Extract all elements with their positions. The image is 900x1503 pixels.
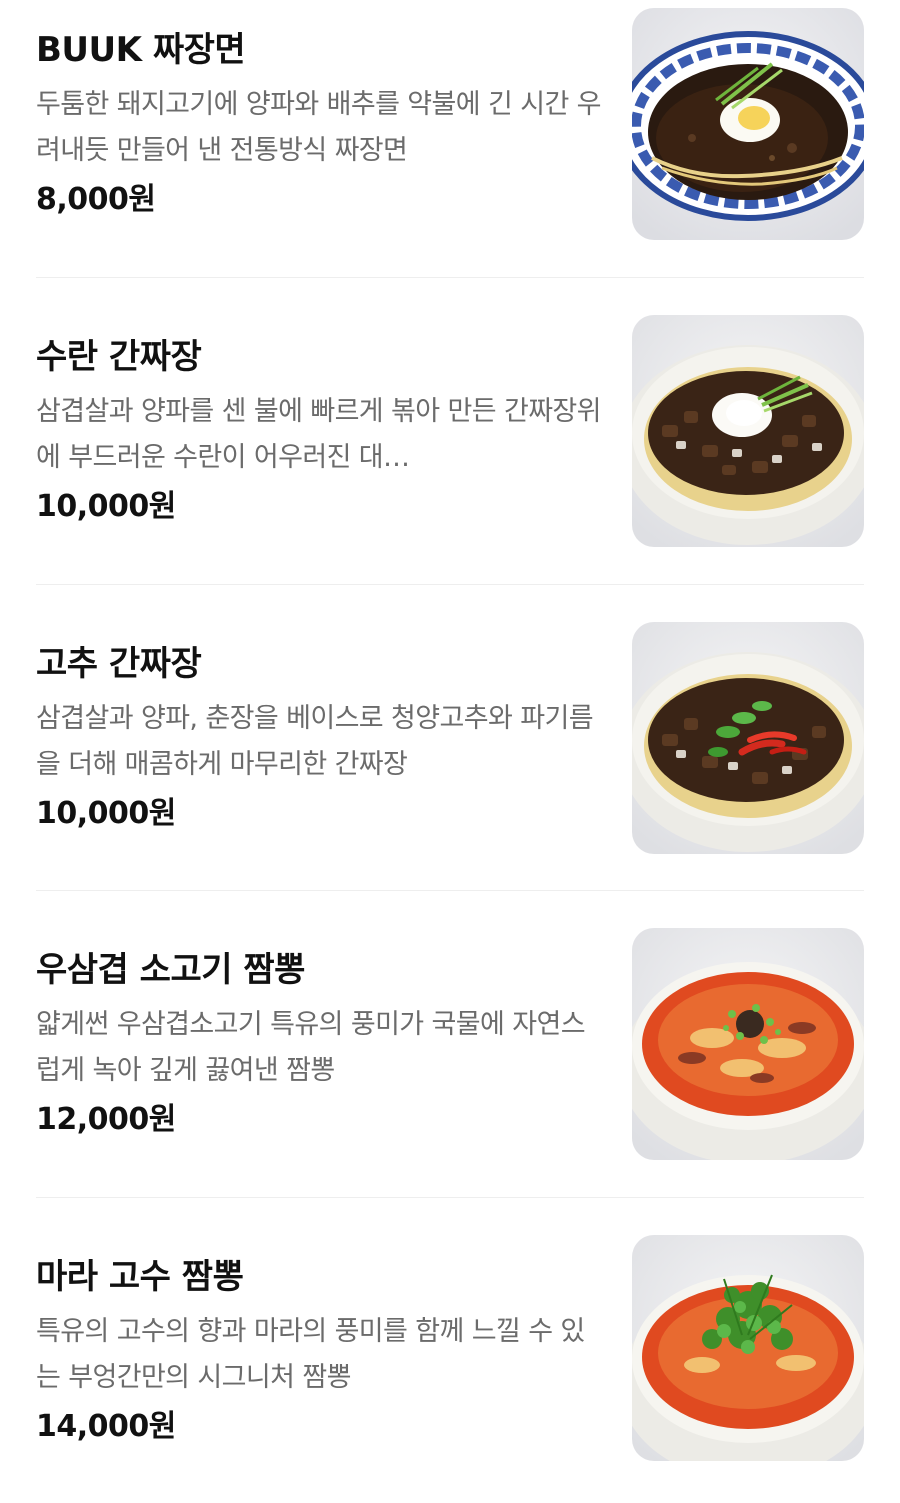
menu-item-name: 우삼겹 소고기 짬뽕 (36, 950, 305, 990)
jjajangmyeon-image (632, 8, 864, 240)
menu-item-price: 8,000원 (36, 182, 156, 217)
menu-item-beef-jjamppong[interactable]: 우삼겹 소고기 짬뽕 얇게썬 우삼겹소고기 특유의 풍미가 국물에 자연스럽게 … (36, 920, 864, 1196)
divider (36, 1197, 864, 1198)
menu-item-description: 특유의 고수의 향과 마라의 풍미를 함께 느낄 수 있는 부엉간만의 시그니처… (36, 1316, 585, 1393)
mala-coriander-jjamppong-photo[interactable] (632, 1235, 864, 1461)
beef-jjamppong-image (632, 928, 864, 1160)
menu-item-info: BUUK 짜장면 두툼한 돼지고기에 양파와 배추를 약불에 긴 시간 우려내듯… (36, 0, 606, 220)
menu-item-info: 마라 고수 짬뽕 특유의 고수의 향과 마라의 풍미를 함께 느낄 수 있는 부… (36, 1227, 606, 1447)
menu-item-price: 10,000원 (36, 489, 176, 524)
menu-item-info: 고추 간짜장 삼겹살과 양파, 춘장을 베이스로 청양고추와 파기름을 더해 매… (36, 614, 606, 834)
menu-item-description: 두툼한 돼지고기에 양파와 배추를 약불에 긴 시간 우려내듯 만들어 낸 전통… (36, 89, 602, 166)
divider (36, 890, 864, 891)
menu-item-info: 우삼겹 소고기 짬뽕 얇게썬 우삼겹소고기 특유의 풍미가 국물에 자연스럽게 … (36, 920, 606, 1140)
ganjjajang-poached-egg-photo[interactable] (632, 315, 864, 547)
menu-item-buuk-jjajangmyeon[interactable]: BUUK 짜장면 두툼한 돼지고기에 양파와 배추를 약불에 긴 시간 우려내듯… (36, 0, 864, 276)
menu-item-price: 14,000원 (36, 1409, 176, 1444)
menu-item-description: 얇게썬 우삼겹소고기 특유의 풍미가 국물에 자연스럽게 녹아 깊게 끓여낸 짬… (36, 1009, 586, 1086)
ganjjajang-chili-photo[interactable] (632, 622, 864, 854)
menu-item-name: 마라 고수 짬뽕 (36, 1257, 244, 1297)
menu-item-mala-coriander-jjamppong[interactable]: 마라 고수 짬뽕 특유의 고수의 향과 마라의 풍미를 함께 느낄 수 있는 부… (36, 1227, 864, 1503)
menu-item-gochu-ganjjajang[interactable]: 고추 간짜장 삼겹살과 양파, 춘장을 베이스로 청양고추와 파기름을 더해 매… (36, 614, 864, 890)
ganjjajang-poached-egg-image (632, 315, 864, 547)
mala-coriander-jjamppong-image (632, 1235, 864, 1461)
menu-list: BUUK 짜장면 두툼한 돼지고기에 양파와 배추를 약불에 긴 시간 우려내듯… (0, 0, 900, 1461)
ganjjajang-chili-image (632, 622, 864, 854)
menu-item-description: 삼겹살과 양파, 춘장을 베이스로 청양고추와 파기름을 더해 매콤하게 마무리… (36, 703, 594, 780)
menu-item-name: 수란 간짜장 (36, 337, 202, 377)
menu-item-info: 수란 간짜장 삼겹살과 양파를 센 불에 빠르게 볶아 만든 간짜장위에 부드러… (36, 307, 606, 527)
menu-item-suran-ganjjajang[interactable]: 수란 간짜장 삼겹살과 양파를 센 불에 빠르게 볶아 만든 간짜장위에 부드러… (36, 307, 864, 583)
menu-item-price: 12,000원 (36, 1102, 176, 1137)
beef-jjamppong-photo[interactable] (632, 928, 864, 1160)
menu-item-name: BUUK 짜장면 (36, 30, 246, 70)
divider (36, 277, 864, 278)
jjajangmyeon-photo[interactable] (632, 8, 864, 240)
divider (36, 584, 864, 585)
menu-item-price: 10,000원 (36, 796, 176, 831)
menu-item-name: 고추 간짜장 (36, 644, 202, 684)
menu-item-description: 삼겹살과 양파를 센 불에 빠르게 볶아 만든 간짜장위에 부드러운 수란이 어… (36, 396, 602, 473)
